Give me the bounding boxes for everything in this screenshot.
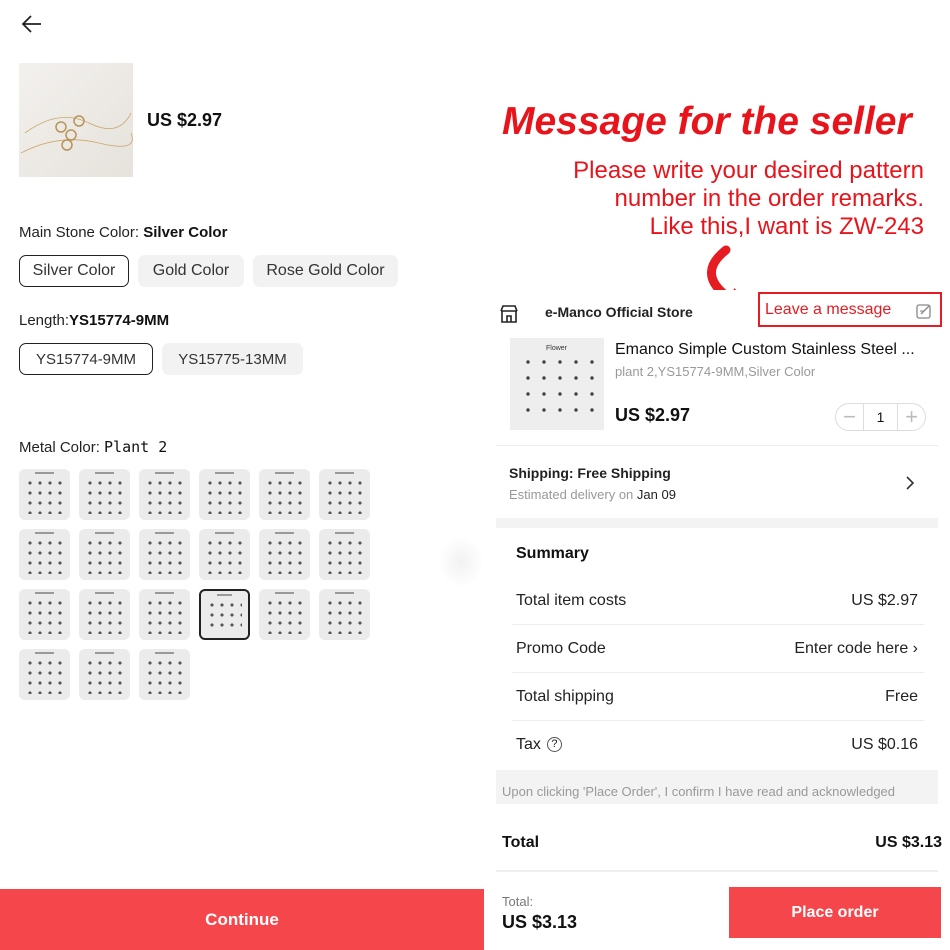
shipping-title: Shipping: Free Shipping [509, 465, 671, 481]
option-length-9mm[interactable]: YS15774-9MM [19, 343, 153, 375]
delivery-estimate: Estimated delivery on Jan 09 [509, 487, 676, 502]
pattern-option[interactable] [19, 649, 70, 700]
chevron-right-icon[interactable] [904, 476, 916, 490]
section-gap [496, 518, 938, 528]
pattern-option[interactable] [319, 589, 370, 640]
place-order-button[interactable]: Place order [729, 887, 941, 938]
product-image-title: Flower [546, 345, 568, 352]
total-label: Total [502, 834, 540, 851]
total-value: US $3.13 [875, 834, 942, 851]
pattern-option[interactable] [199, 589, 250, 640]
order-panel: Message for the seller Please write your… [484, 0, 950, 950]
product-thumbnail [19, 63, 133, 177]
disclaimer-text: Upon clicking 'Place Order', I confirm I… [502, 784, 896, 799]
pattern-option[interactable] [199, 529, 250, 580]
product-line-price: US $2.97 [615, 405, 691, 425]
summary-row-tax: Tax? US $0.16 [516, 736, 918, 753]
promo-title: Message for the seller [502, 100, 912, 143]
pattern-option[interactable] [319, 469, 370, 520]
bottom-total-label: Total: [502, 894, 534, 909]
option-gold-color[interactable]: Gold Color [138, 255, 244, 287]
store-icon [500, 305, 518, 323]
promo-line-3: Like this,I want is ZW-243 [649, 213, 924, 240]
summary-row-promo-code[interactable]: Promo Code Enter code here › [512, 625, 924, 673]
pattern-option[interactable] [139, 649, 190, 700]
product-title[interactable]: Emanco Simple Custom Stainless Steel ... [615, 341, 935, 359]
length-label: Length:YS15774-9MM [19, 312, 170, 329]
pattern-option[interactable] [139, 589, 190, 640]
promo-line-2: number in the order remarks. [614, 185, 924, 212]
leave-message-label: Leave a message [765, 300, 892, 318]
summary-title: Summary [516, 545, 589, 562]
pattern-option[interactable] [79, 649, 130, 700]
main-stone-color-label: Main Stone Color: Silver Color [19, 224, 228, 241]
pattern-option[interactable] [199, 469, 250, 520]
quantity-value[interactable]: 1 [863, 404, 898, 430]
promo-line-1: Please write your desired pattern [573, 157, 924, 184]
help-icon[interactable]: ? [546, 737, 562, 753]
pattern-option[interactable] [259, 589, 310, 640]
back-arrow-icon[interactable] [20, 12, 44, 36]
metal-color-label: Metal Color: Plant 2 [19, 438, 168, 456]
pattern-option[interactable] [259, 469, 310, 520]
chevron-right-icon: › [912, 639, 918, 657]
divider [496, 445, 938, 446]
pattern-option[interactable] [79, 529, 130, 580]
product-variant: plant 2,YS15774-9MM,Silver Color [615, 364, 816, 379]
pattern-option[interactable] [19, 469, 70, 520]
option-length-13mm[interactable]: YS15775-13MM [162, 343, 303, 375]
option-silver-color[interactable]: Silver Color [19, 255, 129, 287]
continue-button[interactable]: Continue [0, 889, 484, 950]
summary-row-item-costs: Total item costs US $2.97 [512, 577, 924, 625]
pattern-option[interactable] [139, 469, 190, 520]
summary-row-shipping: Total shipping Free [512, 673, 924, 721]
total-row: Total US $3.13 [502, 834, 942, 852]
pattern-option[interactable] [19, 529, 70, 580]
pattern-option[interactable] [319, 529, 370, 580]
decrease-quantity-button[interactable]: − [836, 404, 863, 430]
bottom-total-value: US $3.13 [502, 912, 578, 932]
pattern-option[interactable] [19, 589, 70, 640]
product-options-panel: US $2.97 Main Stone Color: Silver Color … [0, 0, 484, 950]
store-name[interactable]: e-Manco Official Store [545, 304, 693, 320]
pattern-option[interactable] [79, 469, 130, 520]
increase-quantity-button[interactable]: + [898, 404, 925, 430]
quantity-stepper: − 1 + [835, 403, 926, 431]
divider [438, 536, 484, 588]
edit-note-icon [916, 304, 931, 319]
divider [496, 870, 938, 872]
pattern-option[interactable] [79, 589, 130, 640]
product-image: Flower [510, 338, 604, 430]
leave-message-button[interactable]: Leave a message [758, 292, 942, 327]
option-rose-gold-color[interactable]: Rose Gold Color [253, 255, 398, 287]
pattern-option[interactable] [259, 529, 310, 580]
pattern-option[interactable] [139, 529, 190, 580]
product-price: US $2.97 [147, 110, 223, 130]
